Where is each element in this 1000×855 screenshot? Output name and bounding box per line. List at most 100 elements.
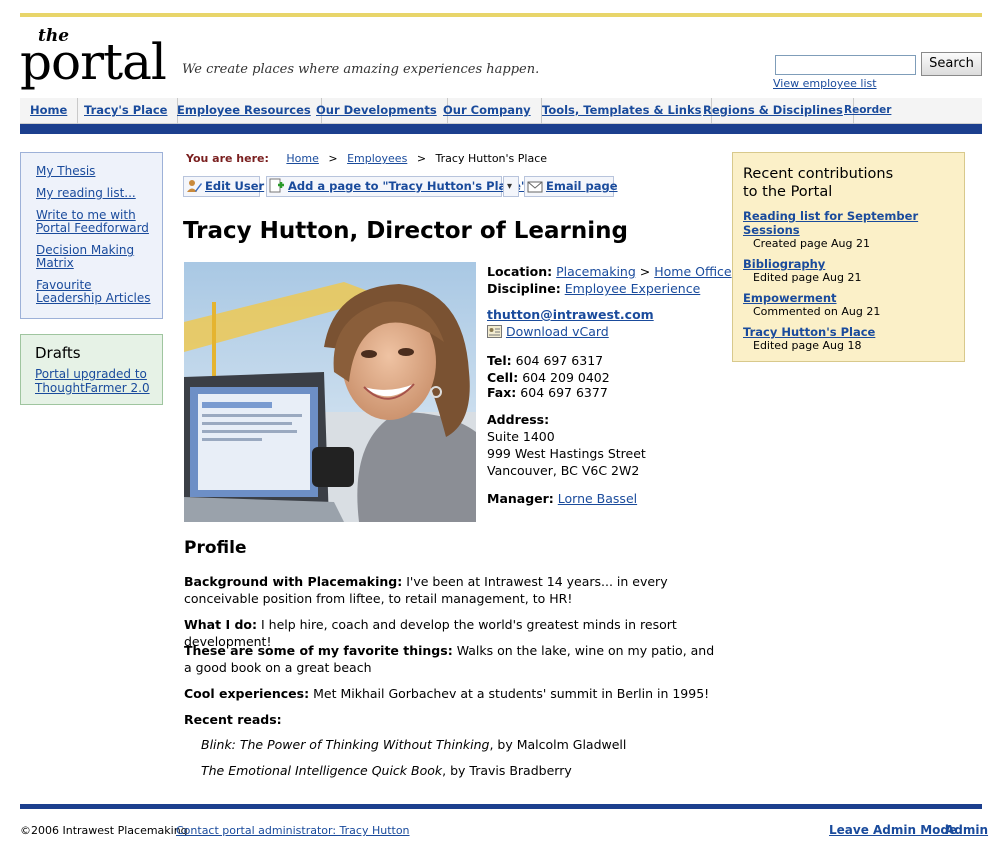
- tel-label: Tel:: [487, 353, 512, 368]
- read-item-1: Blink: The Power of Thinking Without Thi…: [201, 737, 626, 752]
- breadcrumb-current: Tracy Hutton's Place: [435, 152, 548, 165]
- add-page-dropdown[interactable]: ▾: [503, 176, 519, 197]
- nav-bottom-bar: [20, 124, 982, 134]
- sidebar-link-leadership-articles[interactable]: Favourite Leadership Articles: [36, 279, 154, 305]
- email-icon: [527, 180, 543, 199]
- location-placemaking-link[interactable]: Placemaking: [556, 264, 636, 279]
- profile-heading: Profile: [184, 538, 247, 558]
- search-button[interactable]: Search: [921, 52, 982, 76]
- recent-entry: Empowerment Commented on Aug 21: [743, 291, 954, 319]
- drafts-title: Drafts: [35, 344, 81, 362]
- nav-item-reorder[interactable]: Reorder: [834, 98, 901, 124]
- breadcrumb-separator: >: [416, 152, 427, 165]
- nav-item-regions-disciplines[interactable]: Regions & Disciplines: [693, 98, 854, 124]
- recent-entry-meta: Edited page Aug 18: [753, 339, 862, 352]
- footer-bar: [20, 804, 982, 809]
- breadcrumb-home[interactable]: Home: [286, 152, 318, 165]
- read-1-title: Blink: The Power of Thinking Without Thi…: [201, 737, 490, 752]
- vcard-icon: [487, 324, 506, 339]
- sidebar-link-decision-matrix[interactable]: Decision Making Matrix: [36, 244, 154, 270]
- read-item-2: The Emotional Intelligence Quick Book, b…: [201, 763, 572, 778]
- address-line-2: 999 West Hastings Street: [487, 446, 646, 461]
- recent-entry-link[interactable]: Reading list for September Sessions: [743, 209, 954, 237]
- drafts-box: Drafts Portal upgraded to ThoughtFarmer …: [20, 334, 163, 405]
- email-page-label: Email page: [546, 179, 618, 193]
- portal-logo[interactable]: the portal: [20, 24, 180, 92]
- recent-entry: Reading list for September Sessions Crea…: [743, 209, 954, 251]
- background-label: Background with Placemaking:: [184, 574, 403, 589]
- main-nav: Home Tracy's Place Employee Resources Ou…: [20, 98, 982, 124]
- recent-entry-meta: Commented on Aug 21: [753, 305, 881, 318]
- email-page-button[interactable]: Email page: [524, 176, 618, 199]
- leave-admin-mode-link[interactable]: Leave Admin Mode: [829, 823, 957, 837]
- tel-value: 604 697 6317: [515, 353, 604, 368]
- vcard-row[interactable]: Download vCard: [487, 324, 609, 339]
- tel-row: Tel: 604 697 6317: [487, 353, 603, 368]
- nav-item-our-company[interactable]: Our Company: [433, 98, 542, 124]
- recent-entry-link[interactable]: Bibliography: [743, 257, 954, 271]
- fax-row: Fax: 604 697 6377: [487, 385, 608, 400]
- contact-admin-link[interactable]: Contact portal administrator: Tracy Hutt…: [176, 824, 410, 837]
- add-page-button[interactable]: Add a page to "Tracy Hutton's Place": [266, 176, 527, 197]
- address-line-1: Suite 1400: [487, 429, 555, 444]
- email-link[interactable]: thutton@intrawest.com: [487, 307, 654, 322]
- nav-item-employee-resources[interactable]: Employee Resources: [167, 98, 322, 124]
- discipline-row: Discipline: Employee Experience: [487, 281, 700, 296]
- add-page-label: Add a page to "Tracy Hutton's Place": [288, 179, 527, 193]
- recent-entry-meta: Created page Aug 21: [753, 237, 870, 250]
- top-accent-bar: [20, 13, 982, 17]
- edit-user-button[interactable]: Edit User: [183, 176, 264, 199]
- view-employee-list-link[interactable]: View employee list: [773, 77, 877, 90]
- read-1-author: , by Malcolm Gladwell: [489, 737, 627, 752]
- manager-label: Manager:: [487, 491, 554, 506]
- nav-item-tools-templates-links[interactable]: Tools, Templates & Links: [532, 98, 713, 124]
- breadcrumb: You are here: Home > Employees > Tracy H…: [186, 152, 547, 165]
- breadcrumb-label: You are here:: [186, 152, 269, 165]
- sidebar-link-reading-list[interactable]: My reading list...: [36, 187, 154, 200]
- logo-portal-text: portal: [20, 33, 167, 91]
- sidebar-link-feedforward[interactable]: Write to me with Portal Feedforward: [36, 209, 154, 235]
- profile-photo: [184, 262, 476, 522]
- recent-title: Recent contributions to the Portal: [743, 166, 894, 200]
- reads-label: Recent reads:: [184, 712, 282, 727]
- cell-value: 604 209 0402: [522, 370, 610, 385]
- draft-item[interactable]: Portal upgraded to ThoughtFarmer 2.0: [35, 367, 150, 395]
- address-line-3: Vancouver, BC V6C 2W2: [487, 463, 640, 478]
- discipline-link[interactable]: Employee Experience: [565, 281, 701, 296]
- nav-item-our-developments[interactable]: Our Developments: [306, 98, 448, 124]
- discipline-label: Discipline:: [487, 281, 561, 296]
- location-separator: >: [639, 264, 651, 279]
- fax-value: 604 697 6377: [520, 385, 608, 400]
- edit-user-icon: [186, 179, 202, 199]
- location-label: Location:: [487, 264, 553, 279]
- recent-entry-link[interactable]: Tracy Hutton's Place: [743, 325, 954, 339]
- profile-favorites: These are some of my favorite things: Wa…: [184, 642, 724, 676]
- recent-entry-link[interactable]: Empowerment: [743, 291, 954, 305]
- cell-row: Cell: 604 209 0402: [487, 370, 610, 385]
- tagline: We create places where amazing experienc…: [182, 62, 540, 77]
- manager-row: Manager: Lorne Bassel: [487, 491, 637, 506]
- breadcrumb-separator: >: [328, 152, 338, 165]
- manager-link[interactable]: Lorne Bassel: [558, 491, 637, 506]
- nav-item-home[interactable]: Home: [20, 98, 79, 124]
- location-row: Location: Placemaking > Home Office: [487, 264, 732, 279]
- cell-label: Cell:: [487, 370, 519, 385]
- breadcrumb-employees[interactable]: Employees: [347, 152, 407, 165]
- profile-recent-reads: Recent reads:: [184, 711, 724, 728]
- sidebar-links-box: My Thesis My reading list... Write to me…: [20, 152, 163, 319]
- read-2-title: The Emotional Intelligence Quick Book: [201, 763, 443, 778]
- address-label: Address:: [487, 412, 550, 427]
- fax-label: Fax:: [487, 385, 517, 400]
- search-input[interactable]: [775, 55, 916, 75]
- favorites-label: These are some of my favorite things:: [184, 643, 453, 658]
- cool-label: Cool experiences:: [184, 686, 310, 701]
- location-home-office-link[interactable]: Home Office: [654, 264, 731, 279]
- nav-item-tracys-place[interactable]: Tracy's Place: [74, 98, 179, 124]
- recent-contributions-panel: Recent contributions to the Portal Readi…: [732, 152, 965, 362]
- profile-cool-experiences: Cool experiences: Met Mikhail Gorbachev …: [184, 685, 724, 702]
- admin-link[interactable]: Admin: [945, 823, 988, 837]
- cool-text: Met Mikhail Gorbachev at a students' sum…: [313, 686, 710, 701]
- page-title: Tracy Hutton, Director of Learning: [183, 218, 628, 244]
- download-vcard-link[interactable]: Download vCard: [506, 324, 609, 339]
- sidebar-link-my-thesis[interactable]: My Thesis: [36, 165, 154, 178]
